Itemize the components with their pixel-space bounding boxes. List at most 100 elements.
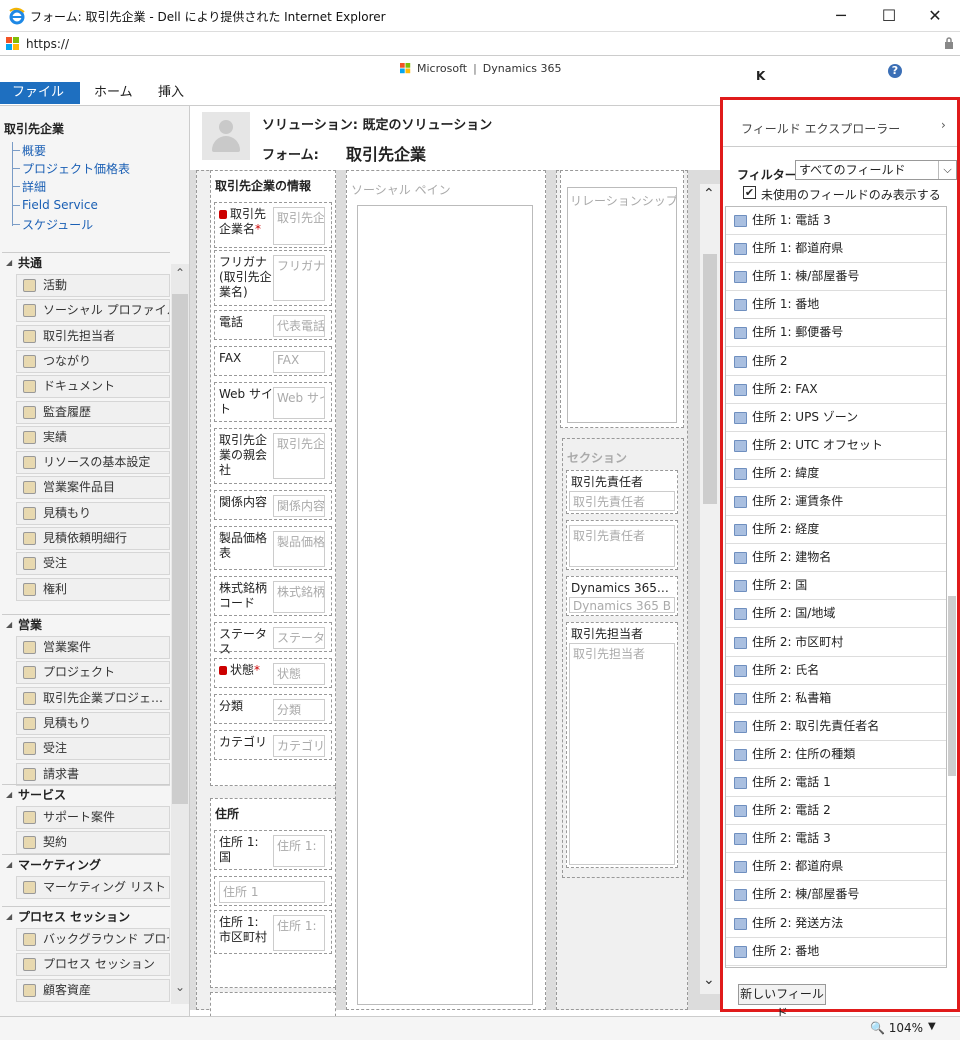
form-field[interactable]: 株式銘柄コード 株式銘柄 bbox=[214, 576, 332, 616]
right-field[interactable]: 取引先責任者 取引先責任者 bbox=[566, 470, 678, 514]
field-list-item[interactable]: 住所 2: 緯度 bbox=[726, 460, 946, 488]
tab-insert[interactable]: 挿入 bbox=[146, 82, 196, 104]
form-field-input[interactable]: ステータス bbox=[273, 627, 325, 649]
field-list-item[interactable]: 住所 2: 住所の種類 bbox=[726, 741, 946, 769]
nav-scrollbar[interactable]: ⌃ ⌄ bbox=[171, 264, 189, 1004]
nav-group-header[interactable]: 共通 bbox=[2, 252, 170, 273]
form-field-input[interactable]: 製品価格 bbox=[273, 531, 325, 567]
field-list-item[interactable]: 住所 2 bbox=[726, 348, 946, 376]
address-field-input[interactable]: 住所 1 bbox=[219, 881, 325, 903]
close-button[interactable]: ✕ bbox=[912, 4, 958, 28]
nav-item[interactable]: 見積もり bbox=[16, 501, 170, 525]
help-icon[interactable]: ? bbox=[888, 64, 902, 78]
field-list-item[interactable]: 住所 2: UTC オフセット bbox=[726, 432, 946, 460]
nav-item[interactable]: 契約 bbox=[16, 831, 170, 855]
field-list-item[interactable]: 住所 2: 私書箱 bbox=[726, 685, 946, 713]
right-field-input[interactable]: 取引先責任者 bbox=[569, 491, 675, 511]
field-list-item[interactable]: 住所 2: 都道府県 bbox=[726, 853, 946, 882]
nav-item[interactable]: マーケティング リスト bbox=[16, 876, 170, 899]
unused-only-checkbox[interactable]: ✔ bbox=[743, 186, 756, 199]
right-field-input[interactable]: 取引先責任者 bbox=[569, 525, 675, 567]
social-pane-section[interactable]: ソーシャル ペイン bbox=[346, 170, 546, 1010]
form-field[interactable]: 状態* 状態 bbox=[214, 658, 332, 688]
form-field-input[interactable]: 株式銘柄 bbox=[273, 581, 325, 613]
chevron-right-icon[interactable]: › bbox=[941, 118, 946, 132]
form-field-input[interactable]: Web サイ bbox=[273, 387, 325, 419]
form-field[interactable]: ステータスステータス bbox=[214, 622, 332, 656]
nav-item[interactable]: 活動 bbox=[16, 274, 170, 297]
user-initial[interactable]: K bbox=[756, 69, 765, 83]
form-field[interactable]: カテゴリ カテゴリ bbox=[214, 730, 332, 760]
field-list-item[interactable]: 住所 1: 郵便番号 bbox=[726, 319, 946, 348]
nav-item[interactable]: 見積もり bbox=[16, 711, 170, 735]
field-list-item[interactable]: 住所 2: 電話 1 bbox=[726, 769, 946, 797]
nav-link-schedule[interactable]: スケジュール bbox=[22, 216, 93, 233]
form-field[interactable]: Web サイトWeb サイ bbox=[214, 382, 332, 422]
right-field[interactable]: 取引先責任者 bbox=[566, 520, 678, 570]
chevron-down-icon[interactable]: ⌵ bbox=[938, 161, 956, 179]
nav-link-overview[interactable]: 概要 bbox=[22, 142, 46, 159]
field-list-item[interactable]: 住所 1: 番地 bbox=[726, 291, 946, 320]
form-field-input[interactable]: 代表電話 bbox=[273, 315, 325, 337]
address-field[interactable]: 住所 1: 国住所 1: bbox=[214, 830, 332, 870]
nav-item[interactable]: サポート案件 bbox=[16, 806, 170, 829]
canvas-scroll-up-icon[interactable]: ⌃ bbox=[703, 186, 715, 202]
zoom-dropdown-icon[interactable]: ▼ bbox=[928, 1021, 936, 1032]
field-list-item[interactable]: 住所 2: UPS ゾーン bbox=[726, 404, 946, 432]
zoom-level[interactable]: 🔍 104% bbox=[870, 1021, 923, 1035]
nav-scroll-down-icon[interactable]: ⌄ bbox=[173, 980, 187, 994]
form-field-input[interactable]: 分類 bbox=[273, 699, 325, 721]
field-list-item[interactable]: 住所 2: 建物名 bbox=[726, 544, 946, 573]
nav-item[interactable]: 受注 bbox=[16, 552, 170, 576]
canvas-scrollbar[interactable]: ⌃ ⌄ bbox=[700, 184, 720, 994]
nav-item[interactable]: つながり bbox=[16, 349, 170, 373]
nav-item[interactable]: 営業案件 bbox=[16, 636, 170, 659]
maximize-button[interactable]: ☐ bbox=[866, 4, 912, 28]
form-field[interactable]: フリガナ (取引先企業名)フリガナ ( bbox=[214, 250, 332, 306]
form-field[interactable]: 製品価格表 製品価格 bbox=[214, 526, 332, 570]
address-field[interactable]: 住所 1: 市区町村 住所 1: bbox=[214, 910, 332, 954]
nav-item[interactable]: 見積依頼明細行 bbox=[16, 527, 170, 550]
field-list-item[interactable]: 住所 2: 市区町村 bbox=[726, 629, 946, 657]
nav-item[interactable]: 顧客資産 bbox=[16, 978, 170, 1002]
field-list-item[interactable]: 住所 2: 国 bbox=[726, 572, 946, 601]
nav-item[interactable]: 請求書 bbox=[16, 762, 170, 786]
right-field-input[interactable]: Dynamics 365 B bbox=[569, 597, 675, 613]
form-field[interactable]: 取引先企業名* 取引先企 bbox=[214, 202, 332, 248]
nav-item[interactable]: プロセス セッション bbox=[16, 953, 170, 977]
right-field-input[interactable]: 取引先担当者 bbox=[569, 643, 675, 865]
relationship-section[interactable]: リレーションシップ アシ bbox=[560, 170, 684, 428]
nav-item[interactable]: バックグラウンド プロセス bbox=[16, 928, 170, 951]
field-list-item[interactable]: 住所 2: 棟/部屋番号 bbox=[726, 881, 946, 910]
nav-item[interactable]: リソースの基本設定 bbox=[16, 451, 170, 475]
nav-item[interactable]: プロジェクト bbox=[16, 661, 170, 685]
nav-item[interactable]: 取引先企業プロジェ… bbox=[16, 686, 170, 710]
nav-item[interactable]: 権利 bbox=[16, 577, 170, 601]
form-field[interactable]: FAX FAX bbox=[214, 346, 332, 376]
field-list-item[interactable]: 住所 1: 棟/部屋番号 bbox=[726, 263, 946, 292]
field-list-item[interactable]: 住所 2: FAX bbox=[726, 376, 946, 404]
right-field[interactable]: 取引先担当者 取引先担当者 bbox=[566, 622, 678, 868]
field-list-item[interactable]: 住所 2: 経度 bbox=[726, 516, 946, 545]
nav-link-details[interactable]: 詳細 bbox=[22, 178, 46, 195]
form-field-input[interactable]: 状態 bbox=[273, 663, 325, 685]
address-field-input[interactable]: 住所 1: bbox=[273, 835, 325, 867]
field-list-item[interactable]: 住所 2: 取引先責任者名 bbox=[726, 713, 946, 741]
nav-link-field-service[interactable]: Field Service bbox=[22, 198, 98, 212]
tab-file[interactable]: ファイル bbox=[0, 82, 80, 104]
field-list-item[interactable]: 住所 2: 運賃条件 bbox=[726, 488, 946, 516]
form-field-input[interactable]: カテゴリ bbox=[273, 735, 325, 757]
form-field[interactable]: 分類 分類 bbox=[214, 694, 332, 724]
form-field[interactable]: 関係内容 関係内容 bbox=[214, 490, 332, 520]
tab-home[interactable]: ホーム bbox=[82, 82, 145, 104]
form-field-input[interactable]: FAX bbox=[273, 351, 325, 373]
nav-group-header[interactable]: サービス bbox=[2, 784, 170, 805]
field-list-item[interactable]: 住所 2: 発送方法 bbox=[726, 910, 946, 938]
nav-item[interactable]: 監査履歴 bbox=[16, 400, 170, 424]
minimize-button[interactable]: ─ bbox=[818, 4, 864, 28]
canvas-scroll-down-icon[interactable]: ⌄ bbox=[703, 972, 715, 988]
address-field-input[interactable]: 住所 1: bbox=[273, 915, 325, 951]
nav-link-project-price-list[interactable]: プロジェクト価格表 bbox=[22, 160, 130, 177]
nav-item[interactable]: 営業案件品目 bbox=[16, 476, 170, 500]
address-field[interactable]: 住所 1 bbox=[214, 876, 332, 906]
